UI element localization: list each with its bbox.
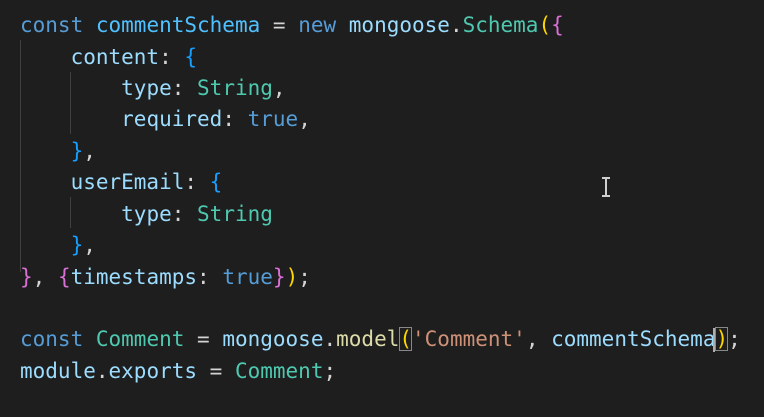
- code-token: commentSchema: [551, 327, 716, 351]
- code-token: required: [121, 107, 223, 131]
- code-token: commentSchema: [95, 13, 261, 37]
- code-token: .: [323, 327, 337, 351]
- code-token: :: [222, 107, 248, 131]
- indent-guide: [70, 197, 71, 228]
- code-token: :: [159, 45, 185, 69]
- code-token: content: [70, 45, 160, 69]
- code-token: }: [70, 139, 84, 163]
- code-token: =: [197, 359, 235, 383]
- code-token: ;: [298, 265, 311, 289]
- code-token: timestamps: [70, 265, 198, 289]
- matched-bracket: (: [399, 327, 413, 351]
- code-token: ,: [32, 265, 58, 289]
- code-token: :: [171, 76, 198, 100]
- code-line[interactable]: required: true,: [20, 104, 311, 135]
- indent-guide: [20, 40, 21, 272]
- code-token: }: [272, 265, 286, 289]
- code-token: ;: [323, 359, 337, 383]
- code-token: Comment: [234, 359, 324, 383]
- code-line[interactable]: },: [20, 230, 96, 261]
- code-token: :: [171, 202, 198, 226]
- code-token: type: [121, 202, 172, 226]
- code-token: }: [70, 233, 84, 257]
- code-line[interactable]: }, {timestamps: true});: [20, 262, 311, 293]
- code-token: =: [260, 13, 299, 37]
- code-token: ,: [525, 327, 552, 351]
- code-token: {: [57, 265, 71, 289]
- code-token: type: [121, 76, 172, 100]
- code-token: Comment: [95, 327, 185, 351]
- code-token: ): [285, 265, 299, 289]
- code-token: }: [20, 265, 33, 289]
- code-token: =: [184, 327, 223, 351]
- code-token: :: [197, 265, 223, 289]
- code-line[interactable]: type: String: [20, 199, 273, 230]
- text-ibeam-cursor-icon: [601, 177, 611, 197]
- code-token: ,: [83, 233, 96, 257]
- code-token: {: [209, 170, 223, 194]
- code-token: const: [20, 327, 84, 351]
- code-line[interactable]: },: [20, 136, 96, 167]
- code-line[interactable]: type: String,: [20, 73, 286, 104]
- code-token: new: [298, 13, 337, 37]
- code-token: String: [197, 76, 273, 100]
- code-line[interactable]: module.exports = Comment;: [20, 356, 336, 387]
- code-line[interactable]: const commentSchema = new mongoose.Schem…: [20, 10, 564, 41]
- code-token: ;: [728, 327, 741, 351]
- code-token: 'Comment': [412, 327, 526, 351]
- indent-guide: [70, 72, 71, 134]
- code-token: true: [247, 107, 299, 131]
- code-token: .: [449, 13, 463, 37]
- code-token: (: [538, 13, 552, 37]
- code-token: ,: [83, 139, 96, 163]
- code-token: String: [197, 202, 273, 226]
- code-token: true: [222, 265, 273, 289]
- code-editor[interactable]: const commentSchema = new mongoose.Schem…: [0, 0, 764, 417]
- code-token: ,: [272, 76, 286, 100]
- code-token: model: [336, 327, 400, 351]
- code-token: {: [184, 45, 198, 69]
- code-token: const: [20, 13, 84, 37]
- code-token: .: [95, 359, 109, 383]
- code-token: {: [551, 13, 564, 37]
- code-token: mongoose: [222, 327, 324, 351]
- code-token: exports: [108, 359, 198, 383]
- code-token: :: [184, 170, 210, 194]
- code-line[interactable]: const Comment = mongoose.model('Comment'…: [20, 324, 741, 355]
- code-line[interactable]: content: {: [20, 42, 197, 73]
- code-token: userEmail: [70, 170, 185, 194]
- code-line[interactable]: userEmail: {: [20, 167, 223, 198]
- code-token: module: [20, 359, 96, 383]
- code-token: ,: [298, 107, 311, 131]
- code-token: mongoose: [348, 13, 450, 37]
- code-token: Schema: [462, 13, 539, 37]
- matched-bracket: ): [715, 327, 729, 351]
